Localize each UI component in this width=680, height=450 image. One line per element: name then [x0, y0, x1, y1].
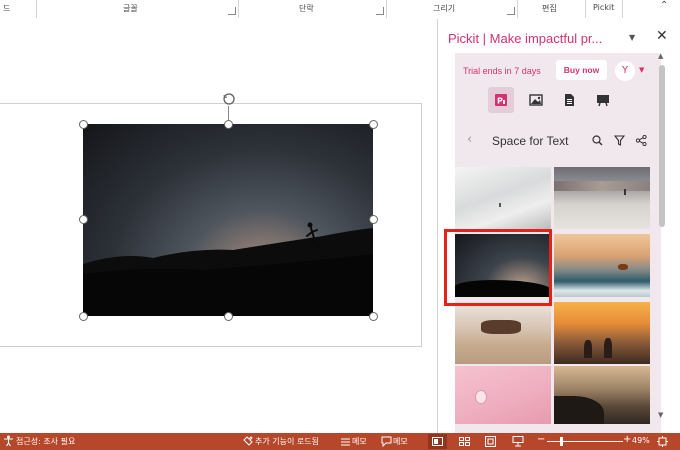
thumb-desert-runner[interactable] — [554, 167, 650, 229]
ribbon-separator — [622, 0, 623, 18]
horses — [481, 320, 521, 334]
share-icon[interactable] — [636, 135, 647, 146]
ribbon-group-drawing: 그리기 — [433, 4, 456, 13]
pane-options-icon[interactable]: ▼ — [629, 33, 635, 42]
pickit-icon: P — [495, 94, 507, 106]
tab-documents[interactable] — [556, 87, 582, 113]
document-icon — [565, 94, 574, 106]
buy-now-button[interactable]: Buy now — [556, 60, 607, 80]
thumb-cliff-sunset[interactable] — [554, 366, 650, 424]
reading-view-icon[interactable] — [485, 436, 496, 447]
ribbon-separator — [585, 0, 586, 18]
search-icon[interactable] — [592, 135, 603, 146]
collection-title: Space for Text — [492, 134, 569, 148]
normal-view-icon — [432, 437, 443, 446]
comment-icon — [381, 436, 392, 447]
ribbon-group-paragraph: 단락 — [299, 4, 314, 13]
pane-scrollbar[interactable] — [659, 65, 665, 227]
accessibility-status[interactable]: 접근성: 조사 필요 — [16, 436, 75, 447]
resize-handle[interactable] — [224, 312, 233, 321]
image-icon — [529, 94, 543, 106]
ribbon-group-pickit: Pickit — [593, 3, 615, 12]
trial-notice: Trial ends in 7 days — [463, 66, 541, 76]
status-bar: 접근성: 조사 필요 추가 기능이 로드됨 메모 메모 − + 49% — [0, 433, 680, 450]
thumb-horses[interactable] — [455, 302, 551, 364]
ribbon-group-label: 드 — [3, 4, 11, 13]
slideshow-icon[interactable] — [512, 436, 524, 447]
tab-slides[interactable] — [590, 87, 616, 113]
thumb-sunset-people[interactable] — [554, 302, 650, 364]
notes-button[interactable]: 메모 — [352, 436, 367, 447]
ribbon-separator — [517, 0, 518, 18]
notes-icon — [341, 438, 350, 446]
surfer — [618, 264, 628, 270]
rotate-handle-icon[interactable] — [222, 92, 236, 106]
presentation-icon — [597, 95, 609, 107]
selection-highlight — [444, 229, 552, 306]
addins-icon — [243, 436, 253, 446]
thumb-ocean-surfer[interactable] — [554, 234, 650, 297]
ribbon-group-font: 글꼴 — [123, 4, 138, 13]
resize-handle[interactable] — [369, 120, 378, 129]
person — [604, 338, 612, 358]
resize-handle[interactable] — [369, 215, 378, 224]
addins-status: 추가 기능이 로드됨 — [255, 437, 319, 446]
tiny-figure — [624, 189, 626, 195]
slide-sorter-icon[interactable] — [459, 437, 470, 446]
dialog-launcher-icon[interactable] — [376, 7, 384, 15]
ribbon-group-editing: 편집 — [542, 4, 557, 13]
mountains — [554, 181, 650, 191]
ribbon-separator — [238, 0, 239, 18]
chevron-down-icon[interactable]: ▼ — [639, 66, 644, 74]
cliff — [554, 396, 604, 424]
tab-images[interactable] — [523, 87, 549, 113]
photo-hill-silhouette — [83, 222, 373, 316]
zoom-out-icon[interactable]: − — [537, 434, 545, 445]
scroll-up-icon[interactable]: ▲ — [658, 52, 663, 60]
filter-icon[interactable] — [614, 135, 625, 146]
ribbon-collapse-icon[interactable]: ⌃ — [660, 0, 668, 11]
ribbon-separator — [386, 0, 387, 18]
zoom-level[interactable]: 49% — [632, 436, 650, 445]
comments-button[interactable]: 메모 — [393, 436, 408, 447]
resize-handle[interactable] — [79, 120, 88, 129]
ribbon-separator — [36, 0, 37, 18]
lightbulb — [475, 390, 487, 404]
tiny-figure — [499, 203, 501, 207]
rotation-stem — [228, 106, 229, 120]
back-icon[interactable]: ‹ — [467, 132, 472, 147]
view-normal-button[interactable] — [428, 434, 447, 449]
thumb-pink-bulb[interactable] — [455, 366, 551, 424]
resize-handle[interactable] — [79, 312, 88, 321]
zoom-slider[interactable] — [547, 441, 623, 442]
dialog-launcher-icon[interactable] — [228, 7, 236, 15]
tab-pickit[interactable]: P — [488, 87, 514, 113]
pane-title: Pickit | Make impactful pr... — [448, 31, 603, 46]
svg-text:P: P — [497, 97, 503, 106]
ribbon-group-labels: 드 글꼴 단락 그리기 편집 Pickit ⌃ — [0, 0, 680, 20]
resize-handle[interactable] — [369, 312, 378, 321]
dialog-launcher-icon[interactable] — [507, 7, 515, 15]
scroll-down-icon[interactable]: ▼ — [658, 411, 663, 419]
zoom-slider-thumb[interactable] — [560, 437, 563, 446]
thumb-white-waves[interactable] — [455, 167, 551, 229]
person — [584, 340, 592, 358]
inserted-photo[interactable] — [83, 124, 373, 316]
fit-to-window-icon[interactable] — [657, 436, 668, 447]
avatar[interactable]: Y — [615, 61, 635, 81]
zoom-in-icon[interactable]: + — [623, 434, 631, 445]
accessibility-icon[interactable] — [3, 435, 14, 447]
pickit-header: Trial ends in 7 days Buy now Y ▼ P — [455, 53, 661, 123]
resize-handle[interactable] — [224, 120, 233, 129]
close-icon[interactable]: ✕ — [656, 28, 668, 44]
resize-handle[interactable] — [79, 215, 88, 224]
